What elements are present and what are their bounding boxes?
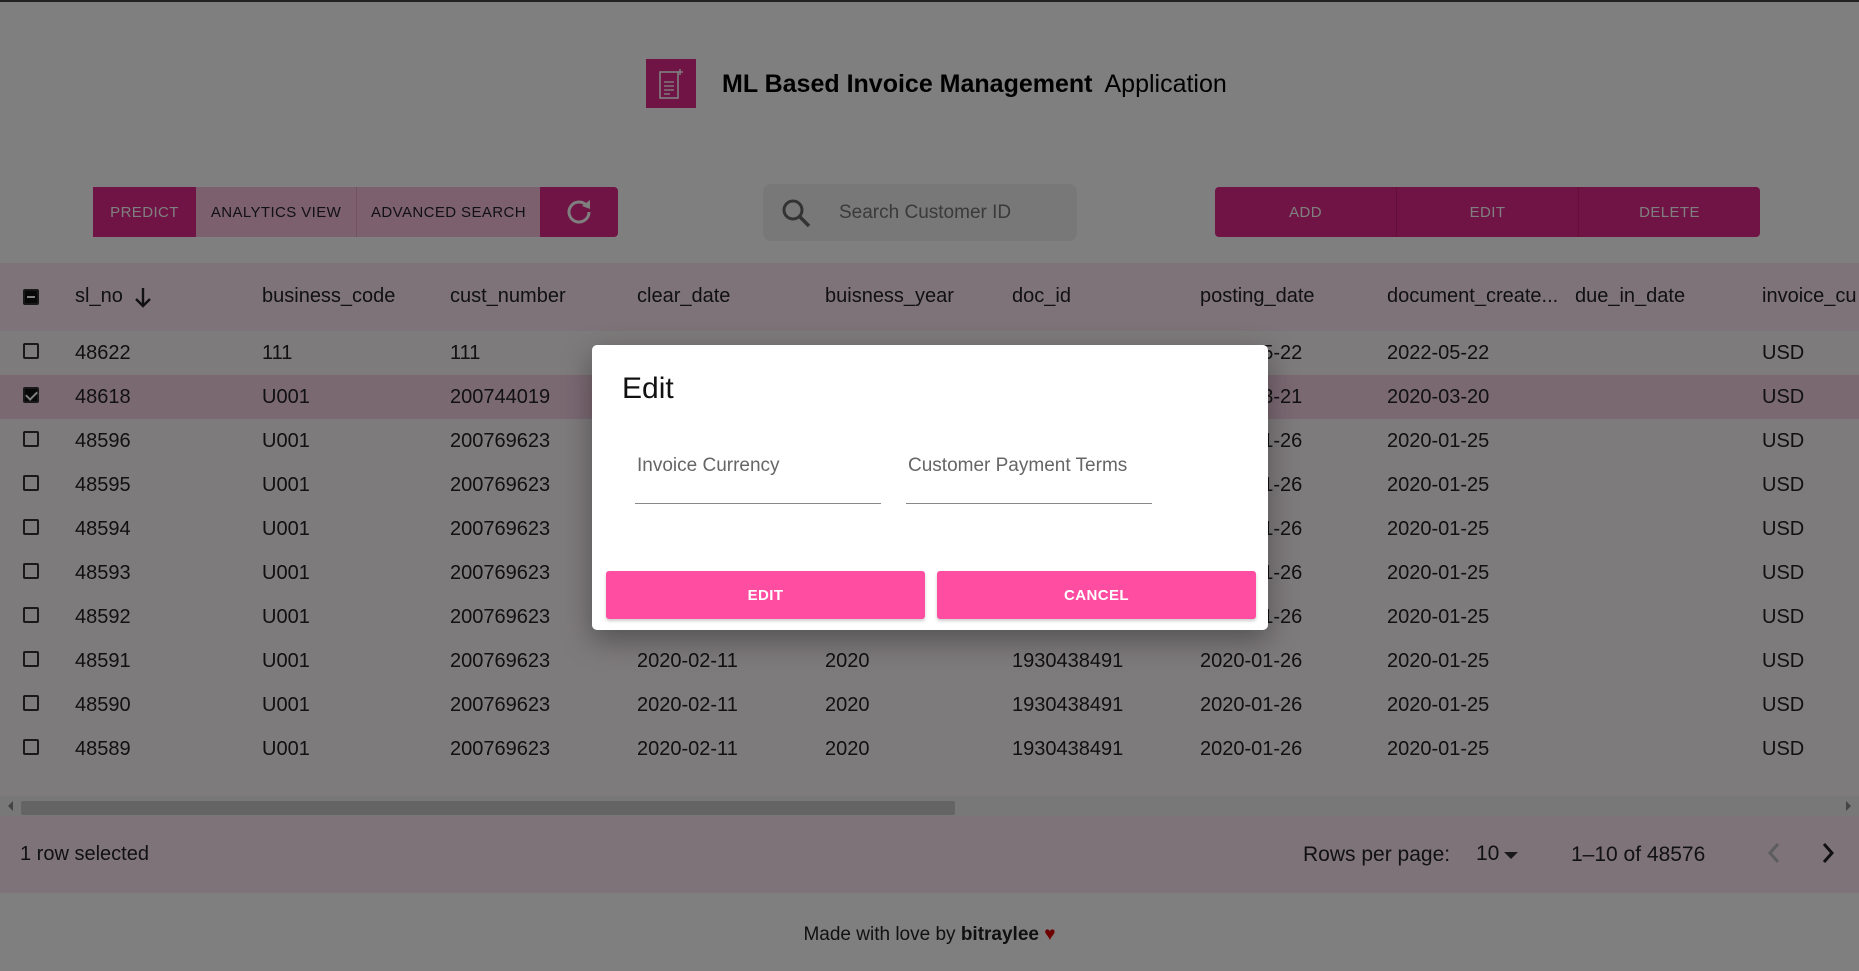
dialog-cancel-button[interactable]: CANCEL — [937, 571, 1256, 619]
dialog-title: Edit — [622, 372, 674, 405]
invoice-currency-input[interactable] — [635, 445, 879, 487]
customer-payment-terms-input[interactable] — [906, 445, 1150, 487]
edit-dialog: Edit EDIT CANCEL — [592, 345, 1268, 630]
customer-payment-terms-field — [906, 445, 1152, 504]
dialog-edit-button[interactable]: EDIT — [606, 571, 925, 619]
invoice-currency-field — [635, 445, 881, 504]
